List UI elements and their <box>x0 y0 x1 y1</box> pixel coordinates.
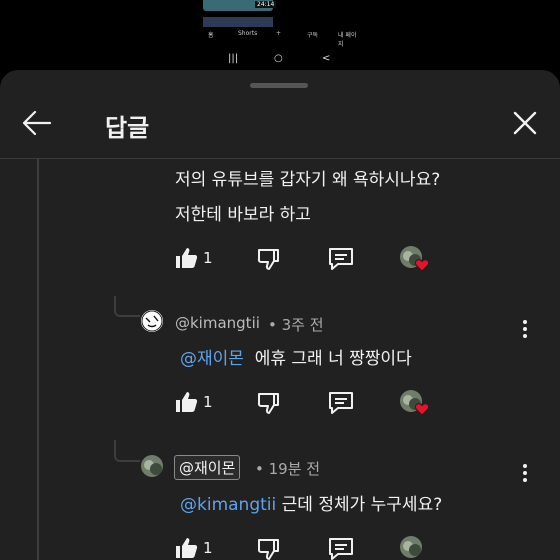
like-count: 1 <box>203 249 213 267</box>
home-button[interactable]: ○ <box>274 53 283 64</box>
avatar[interactable] <box>141 455 163 477</box>
nav-home: 홈 <box>208 32 214 39</box>
reply-comment-icon[interactable] <box>328 247 354 271</box>
page-title: 답글 <box>105 114 150 142</box>
like-count: 1 <box>203 393 213 411</box>
drag-handle[interactable] <box>250 83 308 88</box>
background-app-strip: 24:14 홈 Shorts + 구독 내 페이지 ||| ○ < <box>0 0 560 70</box>
replies-sheet: 답글 저의 유튜브를 갑자기 왜 욕하시나요? 저한테 바보라 하고 1 @ki… <box>0 70 560 560</box>
recent-apps-button[interactable]: ||| <box>228 53 238 64</box>
reply-mention[interactable]: @재이몬 <box>180 349 244 369</box>
back-button[interactable] <box>22 110 52 136</box>
thumbs-up-icon <box>176 248 198 268</box>
close-button[interactable] <box>513 111 537 135</box>
more-dot <box>523 471 527 475</box>
more-dot <box>523 464 527 468</box>
avatar[interactable] <box>141 310 163 332</box>
background-video-duration: 24:14 <box>255 1 277 8</box>
heart-icon <box>415 259 429 272</box>
reply-timestamp: • 3주 전 <box>268 316 324 334</box>
nav-create: + <box>276 30 282 37</box>
close-icon <box>513 111 537 135</box>
reply-comment-icon[interactable] <box>328 537 354 560</box>
creator-heart-avatar <box>400 536 422 558</box>
thread-line <box>37 159 39 560</box>
creator-author-chip[interactable]: @재이몬 <box>174 455 241 480</box>
comment-text-line-1: 저의 유튜브를 갑자기 왜 욕하시나요? <box>175 170 441 190</box>
reply-text: @kimangtii 근데 정체가 누구세요? <box>180 490 442 515</box>
reply-connector <box>114 440 140 462</box>
background-bottom-nav: 홈 Shorts + 구독 내 페이지 <box>200 30 360 48</box>
header-divider <box>0 158 560 159</box>
reply-body: 근데 정체가 누구세요? <box>281 495 443 515</box>
reply-text: @재이몬 에휴 그래 너 짱짱이다 <box>180 344 412 369</box>
comment-text-line-2: 저한테 바보라 하고 <box>175 205 311 225</box>
thumbs-up-icon <box>176 538 198 558</box>
like-count: 1 <box>203 539 213 557</box>
back-system-button[interactable]: < <box>322 53 330 64</box>
reply-timestamp: • 19분 전 <box>255 460 321 478</box>
more-options-button[interactable] <box>520 464 530 485</box>
more-dot <box>523 320 527 324</box>
reply-connector <box>114 296 140 317</box>
reply-mention[interactable]: @kimangtii <box>180 495 276 515</box>
reply-body: 에휴 그래 너 짱짱이다 <box>254 349 412 369</box>
reply-author[interactable]: @kimangtii <box>175 314 260 332</box>
reply-comment-icon[interactable] <box>328 391 354 415</box>
thumbs-up-icon <box>176 392 198 412</box>
thumbs-down-icon[interactable] <box>256 391 280 415</box>
more-options-button[interactable] <box>520 320 530 341</box>
nav-subscriptions: 구독 <box>307 32 319 39</box>
thumbs-down-icon[interactable] <box>256 537 280 560</box>
nav-you: 내 페이지 <box>338 32 357 48</box>
heart-icon <box>415 403 429 416</box>
background-video-thumbnail-2 <box>203 17 273 27</box>
more-dot <box>523 478 527 482</box>
more-dot <box>523 327 527 331</box>
more-dot <box>523 334 527 338</box>
thumbs-down-icon[interactable] <box>256 247 280 271</box>
arrow-left-icon <box>22 110 52 136</box>
nav-shorts: Shorts <box>238 30 258 37</box>
